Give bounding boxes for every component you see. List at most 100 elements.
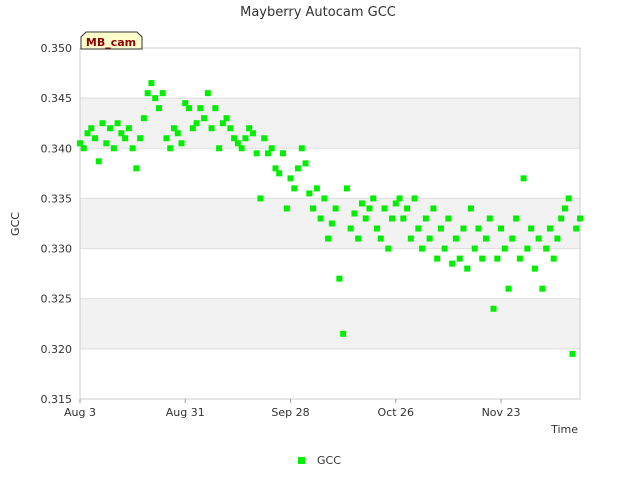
data-point [122,135,129,142]
data-point [475,225,482,232]
data-point [261,135,268,142]
data-point [407,235,414,242]
legend-label: GCC [317,454,341,467]
data-point [464,265,471,272]
data-point [280,150,287,157]
data-point [163,135,170,142]
data-point [137,135,144,142]
data-point [404,205,411,212]
data-point [310,205,317,212]
data-point [347,225,354,232]
data-point [227,125,234,132]
data-point [471,245,478,252]
data-point [253,150,260,157]
data-point [287,175,294,182]
data-point [197,105,204,112]
data-point [99,120,106,127]
data-point [103,140,110,147]
data-point [302,160,309,167]
x-tick-label: Nov 23 [482,406,521,419]
data-point [238,145,245,152]
x-tick-label: Sep 28 [271,406,309,419]
data-point [400,215,407,222]
data-point [355,235,362,242]
data-point [152,95,159,102]
data-point [411,195,418,202]
legend-marker [298,457,305,464]
data-point [257,195,264,202]
y-axis-label: GCC [9,212,22,236]
data-point [193,120,200,127]
data-point [573,225,580,232]
data-point [370,195,377,202]
data-point [283,205,290,212]
data-point [201,115,208,122]
y-tick-label: 0.315 [41,393,73,406]
data-point [389,215,396,222]
data-point [467,205,474,212]
data-point [434,255,441,262]
data-point [528,225,535,232]
data-point [422,215,429,222]
data-point [415,225,422,232]
data-point [561,205,568,212]
data-point [317,215,324,222]
data-point [95,158,102,165]
x-tick-label: Aug 31 [166,406,205,419]
data-point [249,130,256,137]
data-point [449,260,456,267]
y-tick-label: 0.335 [41,192,73,205]
data-point [377,235,384,242]
data-point [509,235,516,242]
plot-band [80,98,580,149]
y-tick-label: 0.345 [41,92,73,105]
data-point [437,225,444,232]
data-point [167,145,174,152]
data-point [516,255,523,262]
data-point [321,195,328,202]
data-point [569,350,576,357]
data-point [332,205,339,212]
data-point [148,80,155,87]
data-point [546,225,553,232]
data-point [543,245,550,252]
data-point [174,130,181,137]
data-point [483,235,490,242]
data-point [110,145,117,152]
data-point [396,195,403,202]
gcc-scatter-chart: Mayberry Autocam GCC 0.315 0.320 0.325 0.33… [0,0,640,480]
data-point [524,245,531,252]
data-point [385,245,392,252]
data-point [419,245,426,252]
data-point [107,125,114,132]
data-point [295,165,302,172]
data-point [445,215,452,222]
data-point [565,195,572,202]
data-point [366,205,373,212]
data-point [441,245,448,252]
data-point [558,215,565,222]
x-tick-label: Oct 26 [378,406,415,419]
y-tick-label: 0.330 [41,243,73,256]
data-point [381,205,388,212]
data-point [216,145,223,152]
data-point [486,215,493,222]
data-point [328,220,335,227]
data-point [313,185,320,192]
data-point [268,145,275,152]
x-axis-label: Time [550,423,578,436]
data-point [80,145,87,152]
data-point [539,285,546,292]
data-point [513,215,520,222]
badge-label: MB_cam [86,36,136,49]
data-point [129,145,136,152]
data-point [155,105,162,112]
data-point [535,235,542,242]
data-point [336,275,343,282]
data-point [490,305,497,312]
data-point [92,135,99,142]
data-point [498,225,505,232]
data-point [223,115,230,122]
data-point [426,235,433,242]
chart-title: Mayberry Autocam GCC [240,5,396,20]
